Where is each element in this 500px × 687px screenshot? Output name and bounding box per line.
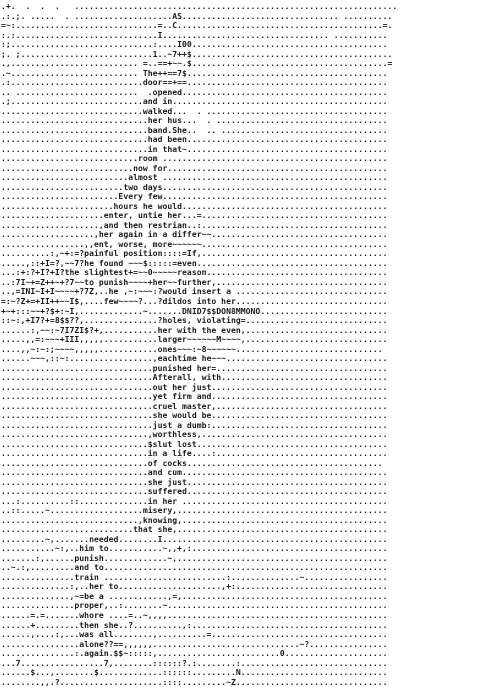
ascii-art-canvas: .+. . . . ..............................… [1,1,398,687]
